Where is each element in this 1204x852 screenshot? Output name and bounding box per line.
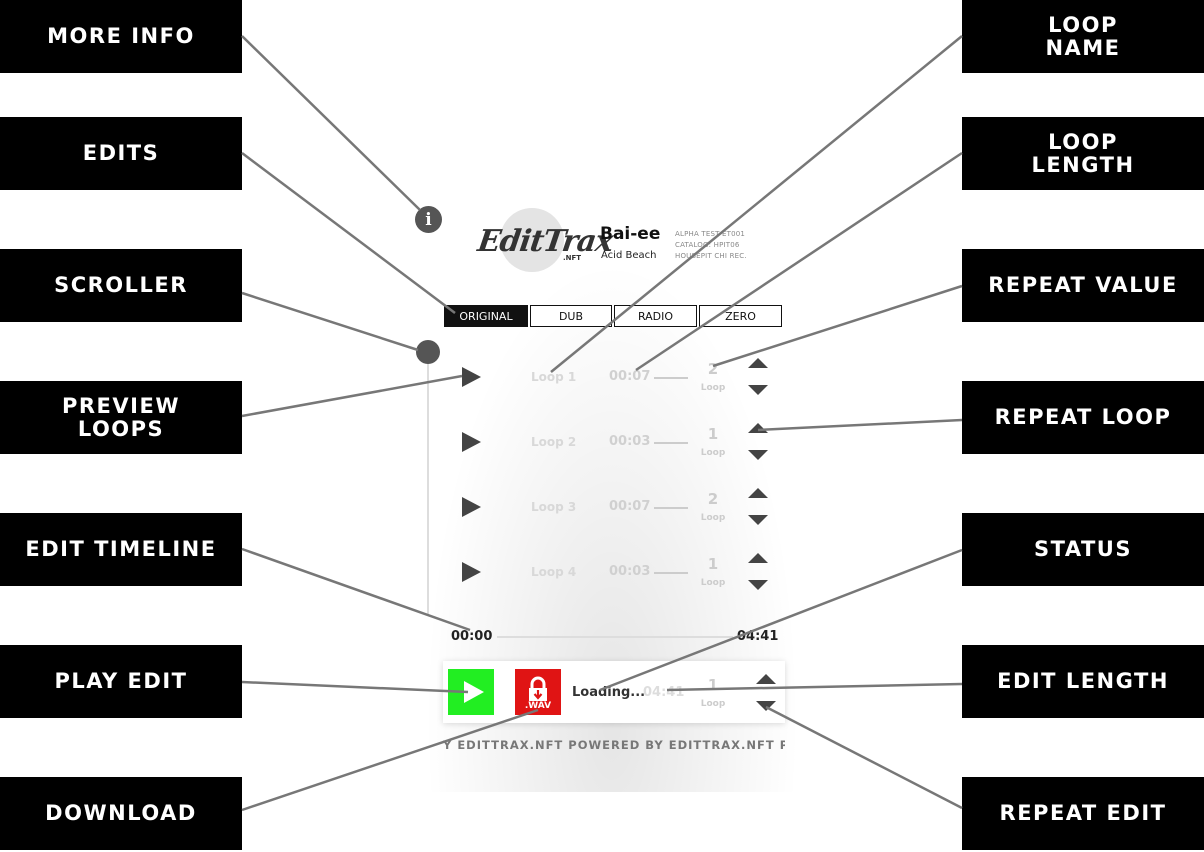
loop-1-length: 00:07 bbox=[609, 369, 651, 384]
label-edits: EDITS bbox=[0, 117, 242, 190]
tab-dub[interactable]: DUB bbox=[530, 305, 612, 327]
edittrax-logo: EditTrax bbox=[475, 224, 615, 259]
loop-1-repeat-unit: Loop bbox=[700, 383, 726, 393]
loop-4-play-icon[interactable] bbox=[462, 562, 481, 582]
tab-radio[interactable]: RADIO bbox=[614, 305, 697, 327]
loop-1-name: Loop 1 bbox=[531, 370, 577, 384]
loop-1-repeat-down-icon[interactable] bbox=[748, 385, 768, 395]
loop-1-divider bbox=[654, 377, 688, 379]
loop-1-repeat-value: 2 bbox=[707, 360, 719, 378]
edit-repeat-unit: Loop bbox=[700, 699, 726, 709]
loop-3-play-icon[interactable] bbox=[462, 497, 481, 517]
loop-2-name: Loop 2 bbox=[531, 435, 577, 449]
loop-3-repeat-up-icon[interactable] bbox=[748, 488, 768, 498]
meta-release: ALPHA TEST ET001 bbox=[675, 230, 746, 238]
download-button[interactable]: .WAV bbox=[515, 669, 561, 715]
status-text: Loading... bbox=[572, 685, 646, 700]
edit-timeline[interactable] bbox=[497, 636, 733, 638]
loop-3-repeat-value: 2 bbox=[707, 490, 719, 508]
download-format: .WAV bbox=[524, 701, 552, 711]
loop-2-repeat-down-icon[interactable] bbox=[748, 450, 768, 460]
label-edit-length: EDIT LENGTH bbox=[962, 645, 1204, 718]
play-edit-icon bbox=[464, 681, 484, 703]
tab-original[interactable]: ORIGINAL bbox=[444, 305, 528, 327]
loop-3-repeat-unit: Loop bbox=[700, 513, 726, 523]
label-loop-name: LOOP NAME bbox=[962, 0, 1204, 73]
loop-2-length: 00:03 bbox=[609, 434, 651, 449]
loop-1-repeat-up-icon[interactable] bbox=[748, 358, 768, 368]
tab-zero[interactable]: ZERO bbox=[699, 305, 782, 327]
loop-4-repeat-down-icon[interactable] bbox=[748, 580, 768, 590]
loop-3-length: 00:07 bbox=[609, 499, 651, 514]
loop-2-repeat-value: 1 bbox=[707, 425, 719, 443]
edit-repeat-value: 1 bbox=[707, 676, 719, 694]
scroll-thumb[interactable] bbox=[416, 340, 440, 364]
loop-2-play-icon[interactable] bbox=[462, 432, 481, 452]
label-preview-loops: PREVIEW LOOPS bbox=[0, 381, 242, 454]
label-download: DOWNLOAD bbox=[0, 777, 242, 850]
label-repeat-loop: REPEAT LOOP bbox=[962, 381, 1204, 454]
loop-4-repeat-up-icon[interactable] bbox=[748, 553, 768, 563]
loop-4-repeat-value: 1 bbox=[707, 555, 719, 573]
loop-3-name: Loop 3 bbox=[531, 500, 577, 514]
label-play-edit: PLAY EDIT bbox=[0, 645, 242, 718]
logo-suffix: .NFT bbox=[563, 254, 582, 262]
loop-4-length: 00:03 bbox=[609, 564, 651, 579]
label-loop-length: LOOP LENGTH bbox=[962, 117, 1204, 190]
label-edit-timeline: EDIT TIMELINE bbox=[0, 513, 242, 586]
loop-2-repeat-unit: Loop bbox=[700, 448, 726, 458]
track-artist: Acid Beach bbox=[601, 250, 657, 261]
edit-repeat-down-icon[interactable] bbox=[756, 701, 776, 711]
edit-length: 04:41 bbox=[643, 685, 685, 700]
label-more-info: MORE INFO bbox=[0, 0, 242, 73]
scroll-track bbox=[427, 360, 429, 614]
loop-1-play-icon[interactable] bbox=[462, 367, 481, 387]
loop-2-repeat-up-icon[interactable] bbox=[748, 423, 768, 433]
track-title: Bai-ee bbox=[600, 224, 661, 244]
meta-catalog: CATALOG: HPIT06 bbox=[675, 241, 740, 249]
loop-2-divider bbox=[654, 442, 688, 444]
loop-3-divider bbox=[654, 507, 688, 509]
loop-3-repeat-down-icon[interactable] bbox=[748, 515, 768, 525]
loop-4-divider bbox=[654, 572, 688, 574]
label-status: STATUS bbox=[962, 513, 1204, 586]
label-repeat-value: REPEAT VALUE bbox=[962, 249, 1204, 322]
meta-label: HOUSEPIT CHI REC. bbox=[675, 252, 747, 260]
loop-4-repeat-unit: Loop bbox=[700, 578, 726, 588]
info-icon[interactable]: i bbox=[415, 206, 442, 233]
timeline-end: 04:41 bbox=[737, 629, 779, 644]
label-repeat-edit: REPEAT EDIT bbox=[962, 777, 1204, 850]
loop-4-name: Loop 4 bbox=[531, 565, 577, 579]
timeline-start: 00:00 bbox=[451, 629, 493, 644]
powered-by-ticker: Y EDITTRAX.NFT POWERED BY EDITTRAX.NFT P… bbox=[443, 738, 785, 752]
edit-repeat-up-icon[interactable] bbox=[756, 674, 776, 684]
label-scroller: SCROLLER bbox=[0, 249, 242, 322]
